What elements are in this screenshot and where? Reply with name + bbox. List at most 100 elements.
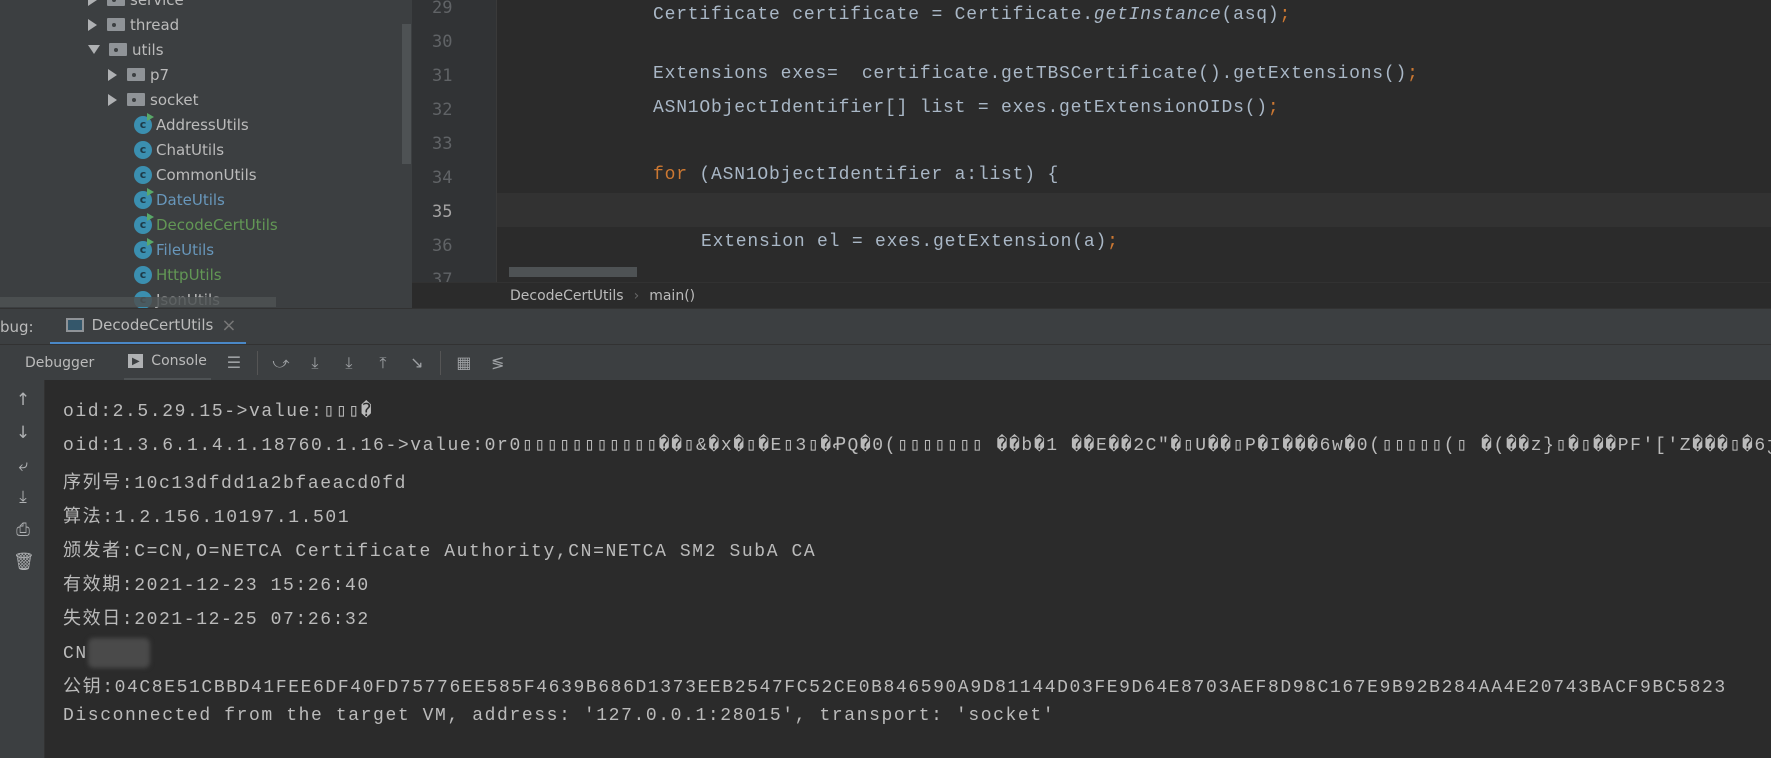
tree-item[interactable]: c HttpUtils xyxy=(134,262,222,287)
arrow-down-icon[interactable]: ↓ xyxy=(13,423,33,443)
tree-horizontal-scrollbar[interactable] xyxy=(0,297,276,307)
show-execution-point-icon[interactable]: ⤻ xyxy=(270,353,292,373)
console-line: Disconnected from the target VM, address… xyxy=(63,706,1055,726)
editor-horizontal-scrollbar[interactable] xyxy=(509,267,637,277)
tree-item[interactable]: thread xyxy=(88,12,179,37)
evaluate-expression-icon[interactable]: ▦ xyxy=(453,353,475,372)
class-icon: c xyxy=(134,237,154,259)
console-line-text: oid:2.5.29.15->value:▯▯▯� xyxy=(63,402,374,422)
console-line-text: 公钥:04C8E51CBBD41FEE6DF40FD75776EE585F463… xyxy=(63,678,1727,698)
code-line-32: ASN1ObjectIdentifier[] list = exes.getEx… xyxy=(653,98,1280,118)
step-out-icon[interactable]: ⤒ xyxy=(372,353,394,373)
console-line: CN xyxy=(63,638,150,668)
tree-item-label: AddressUtils xyxy=(156,115,249,134)
chevron-right-icon: › xyxy=(633,287,640,304)
folder-icon xyxy=(127,93,145,106)
tree-item-label: service xyxy=(130,0,184,9)
console-line-text: oid:1.3.6.1.4.1.18760.1.16->value:0r0▯▯▯… xyxy=(63,436,1771,456)
tree-item-label: CommonUtils xyxy=(156,165,257,184)
print-icon[interactable]: ⎙ xyxy=(13,520,33,540)
console-line: 算法:1.2.156.10197.1.501 xyxy=(63,502,350,528)
trash-icon[interactable]: 🗑 xyxy=(13,552,35,572)
tree-item[interactable]: c DateUtils xyxy=(134,187,225,212)
console-output[interactable]: oid:2.5.29.19->value:0 oid:2.5.29.15->val… xyxy=(45,380,1771,758)
tree-item[interactable]: c AddressUtils xyxy=(134,112,249,137)
tree-item-label: socket xyxy=(150,90,199,109)
folder-icon xyxy=(127,68,145,81)
tree-item[interactable]: p7 xyxy=(108,62,169,87)
chevron-down-icon[interactable] xyxy=(88,45,100,54)
chevron-right-icon[interactable] xyxy=(108,68,117,81)
chevron-right-icon[interactable] xyxy=(88,0,97,6)
redacted-text xyxy=(87,638,150,668)
console-line-text: 算法:1.2.156.10197.1.501 xyxy=(63,508,351,528)
console-line-text: 颁发者:C=CN,O=NETCA Certificate Authority,C… xyxy=(63,542,817,562)
scroll-to-end-icon[interactable]: ⤓ xyxy=(13,487,33,507)
tree-item[interactable]: c CommonUtils xyxy=(134,162,257,187)
class-icon: c xyxy=(134,165,152,184)
line-number: 34 xyxy=(432,168,453,188)
step-into-icon[interactable]: ⤓ xyxy=(338,353,360,373)
tab-console[interactable]: ▶ Console xyxy=(124,345,211,381)
breadcrumb-method[interactable]: main() xyxy=(649,288,695,304)
tree-item[interactable]: service xyxy=(88,0,184,12)
breadcrumb-class[interactable]: DecodeCertUtils xyxy=(510,288,624,304)
tree-item-label: FileUtils xyxy=(156,240,215,259)
tree-item-label: utils xyxy=(132,40,164,59)
console-line: oid:1.3.6.1.4.1.18760.1.16->value:0r0▯▯▯… xyxy=(63,434,1771,456)
chevron-right-icon[interactable] xyxy=(88,18,97,31)
arrow-up-icon[interactable]: ↑ xyxy=(13,390,33,410)
console-line: 序列号:10c13dfdd1a2bfaeacd0fd xyxy=(63,468,407,494)
console-side-toolbar: ↑ ↓ ⤶ ⤓ ⎙ 🗑 xyxy=(0,380,45,758)
console-icon: ▶ xyxy=(128,354,144,368)
class-icon: c xyxy=(134,112,154,134)
folder-icon xyxy=(107,18,125,31)
tree-item[interactable]: utils xyxy=(88,37,164,62)
class-icon: c xyxy=(134,187,154,209)
divider xyxy=(256,350,258,375)
console-line-text: 序列号:10c13dfdd1a2bfaeacd0fd xyxy=(63,474,408,494)
line-number: 31 xyxy=(432,66,453,86)
tree-item-label: thread xyxy=(130,15,180,34)
debug-label: bug: xyxy=(0,317,34,336)
class-icon: c xyxy=(134,140,152,159)
code-line-31: Extensions exes= certificate.getTBSCerti… xyxy=(653,64,1419,84)
debug-toolbar: Debugger ▶ Console ☰ ⤻ ⤓ ⤓ ⤒ ↘ ▦ ≶ xyxy=(0,344,1771,381)
debug-tool-window-header: bug: DecodeCertUtils × xyxy=(0,308,1771,345)
tree-item[interactable]: c FileUtils xyxy=(134,237,214,262)
console-line: 有效期:2021-12-23 15:26:40 xyxy=(63,570,370,596)
code-line-29: Certificate certificate = Certificate.ge… xyxy=(653,5,1292,25)
line-number: 33 xyxy=(432,134,453,154)
menu-icon[interactable]: ☰ xyxy=(223,353,245,372)
trace-icon[interactable]: ≶ xyxy=(487,353,509,372)
line-number: 30 xyxy=(432,32,453,52)
console-line: 公钥:04C8E51CBBD41FEE6DF40FD75776EE585F463… xyxy=(63,672,1727,698)
close-icon[interactable]: × xyxy=(221,315,236,336)
line-number: 32 xyxy=(432,100,453,120)
line-number: 29 xyxy=(432,0,453,18)
tree-item-label: ChatUtils xyxy=(156,140,225,159)
chevron-right-icon[interactable] xyxy=(108,93,117,106)
tree-item[interactable]: socket xyxy=(108,87,199,112)
divider xyxy=(439,350,441,375)
step-over-icon[interactable]: ⤓ xyxy=(304,353,326,373)
tree-item-label: p7 xyxy=(150,65,170,84)
tab-console-label: Console xyxy=(151,353,207,369)
soft-wrap-icon[interactable]: ⤶ xyxy=(13,456,33,476)
tab-decodecertutils[interactable]: DecodeCertUtils × xyxy=(49,309,247,345)
run-to-cursor-icon[interactable]: ↘ xyxy=(406,353,428,372)
console-line-text: 失效日:2021-12-25 07:26:32 xyxy=(63,610,370,630)
tree-vertical-scrollbar[interactable] xyxy=(402,24,411,164)
code-editor[interactable]: Certificate certificate = Certificate.ge… xyxy=(497,0,1771,282)
window-icon xyxy=(65,318,84,332)
folder-icon xyxy=(107,0,125,6)
tree-item[interactable]: c DecodeCertUtils xyxy=(134,212,278,237)
console-line-text: Disconnected from the target VM, address… xyxy=(63,706,1056,726)
tree-item[interactable]: c ChatUtils xyxy=(134,137,224,162)
tab-debugger[interactable]: Debugger xyxy=(25,355,94,371)
folder-icon xyxy=(109,43,127,56)
console-line: 失效日:2021-12-25 07:26:32 xyxy=(63,604,370,630)
line-number: 35 xyxy=(432,202,453,222)
console-line-text: oid:2.5.29.19->value:0 xyxy=(63,380,336,386)
console-line-text: 有效期:2021-12-23 15:26:40 xyxy=(63,576,370,596)
